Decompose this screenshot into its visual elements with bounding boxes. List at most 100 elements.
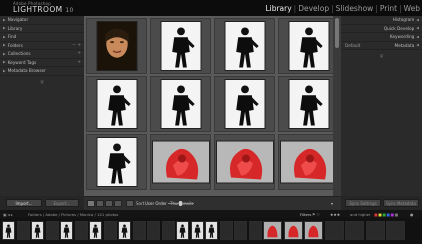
photo-thumbnail[interactable] [151,140,210,184]
filmstrip-thumbnail[interactable] [89,221,102,240]
filmstrip-thumbnail[interactable] [263,221,282,240]
filmstrip-thumbnail[interactable] [205,221,218,240]
photo-thumbnail[interactable] [215,140,274,184]
photo-thumbnail[interactable] [279,140,338,184]
panel-quick-develop[interactable]: Quick Develop ◀ [341,25,422,33]
grid-cell[interactable] [86,76,147,132]
filmstrip-thumbnail[interactable] [45,221,59,240]
filmstrip-thumbnail[interactable] [234,221,247,240]
grid-cell[interactable] [150,134,211,190]
import-button[interactable]: Import... [6,199,42,207]
filmstrip-thumbnail[interactable] [74,221,88,240]
export-button[interactable]: Export... [45,199,79,207]
triangle-left-icon: ◀ [416,34,419,39]
sort-label: Sort [136,201,145,206]
filmstrip-thumbnail[interactable] [324,221,344,240]
grid-cell[interactable] [150,18,211,74]
filmstrip-thumbnail[interactable] [345,221,364,240]
add-icon[interactable]: + [77,60,81,65]
triangle-right-icon: ▶ [3,34,6,39]
module-web[interactable]: Web [404,4,420,13]
filmstrip-thumbnail[interactable] [161,221,175,240]
photo-thumbnail[interactable] [160,21,201,71]
filter-toggle-icon[interactable]: ● [410,212,413,217]
metadata-preset[interactable]: Default [345,43,360,48]
filters-label: Filters [300,212,312,217]
filmstrip-thumbnail[interactable] [147,221,160,240]
left-panel: ▶ Navigator ▶ Library ▶ Find ▶ Folders − + ▶ C… [0,16,84,196]
triangle-left-icon: ◀ [416,17,419,22]
panel-end-ornament-icon: ❦ [39,78,45,86]
filmstrip-thumbnail[interactable] [386,221,405,240]
panel-navigator[interactable]: ▶ Navigator [0,16,84,25]
grid-cell[interactable] [86,134,147,190]
scrollbar-thumb[interactable] [335,18,339,48]
grid-cell[interactable] [278,18,339,74]
thumbnail-size-knob[interactable] [179,201,182,206]
panel-folders[interactable]: ▶ Folders − + [0,42,84,50]
add-icon[interactable]: + [77,51,81,56]
loupe-view-icon[interactable] [96,200,104,207]
compare-view-icon[interactable] [105,200,113,207]
module-library[interactable]: Library [265,4,291,13]
panel-metadata[interactable]: Default Metadata ◀ [341,42,422,50]
sort-direction-icon[interactable] [126,200,134,207]
panel-find[interactable]: ▶ Find [0,33,84,42]
grid-view-icon[interactable] [87,200,95,207]
filmstrip-thumbnail[interactable] [304,221,323,240]
sort-select[interactable]: User Order [145,201,167,206]
panel-library[interactable]: ▶ Library [0,25,84,33]
triangle-right-icon: ▶ [3,26,6,31]
grid-cell[interactable] [214,76,275,132]
grid-scrollbar[interactable] [333,16,341,196]
filmstrip-thumbnail[interactable] [2,221,15,240]
grid-cell[interactable] [214,134,275,190]
module-picker: Library | Develop | Slideshow | Print | Web [265,4,420,13]
photo-thumbnail[interactable] [96,137,137,187]
filmstrip-thumbnail[interactable] [248,221,262,240]
panel-keywording[interactable]: Keywording ◀ [341,33,422,42]
panel-metadata-browser[interactable]: ▶ Metadata Browser [0,67,84,76]
filmstrip-nav-icons[interactable]: ▣ ◂ ▸ [3,212,13,217]
filmstrip-thumbnail[interactable] [16,221,30,240]
filmstrip-source-path[interactable]: Folders / Adobe / Pictures / Monica / 14… [28,212,118,217]
photo-thumbnail[interactable] [96,79,137,129]
filmstrip-thumbnail[interactable] [219,221,233,240]
sync-settings-button[interactable]: Sync Settings [345,199,381,207]
filmstrip-thumbnail[interactable] [176,221,189,240]
grid-cell[interactable] [86,18,147,74]
filmstrip-thumbnail[interactable] [365,221,385,240]
module-print[interactable]: Print [380,4,397,13]
filmstrip-thumbnail[interactable] [103,221,117,240]
survey-view-icon[interactable] [114,200,122,207]
filmstrip-thumbnail[interactable] [190,221,204,240]
photo-grid [84,16,341,196]
library-toolbar: Sort User Order Thumbnails ▾ [84,196,341,211]
filmstrip-thumbnail[interactable] [132,221,146,240]
star-filter-icon[interactable]: ★★★ [330,212,340,217]
sync-metadata-button[interactable]: Sync Metadata [383,199,419,207]
grid-cell[interactable] [150,76,211,132]
photo-thumbnail[interactable] [160,79,201,129]
filmstrip-thumbnail[interactable] [283,221,303,240]
photo-thumbnail[interactable] [288,21,329,71]
grid-cell[interactable] [278,134,339,190]
panel-histogram[interactable]: Histogram ◀ [341,16,422,25]
add-icon[interactable]: − + [72,43,81,48]
module-develop[interactable]: Develop [298,4,329,13]
grid-cell[interactable] [214,18,275,74]
photo-thumbnail[interactable] [288,79,329,129]
grid-cell[interactable] [278,76,339,132]
panel-collections[interactable]: ▶ Collections + [0,50,84,59]
photo-thumbnail[interactable] [224,79,265,129]
photo-thumbnail[interactable] [96,21,137,71]
filmstrip-thumbnail[interactable] [60,221,73,240]
filmstrip-thumbnail[interactable] [31,221,44,240]
flag-filter-icons[interactable]: ⚑ ⚐ [312,212,320,217]
panel-keyword-tags[interactable]: ▶ Keyword Tags + [0,59,84,67]
photo-thumbnail[interactable] [224,21,265,71]
color-label-filter[interactable]: ■■■■■■ [374,212,399,217]
toolbar-menu-icon[interactable]: ▾ [331,201,333,206]
filmstrip-thumbnail[interactable] [118,221,131,240]
module-slideshow[interactable]: Slideshow [336,4,374,13]
